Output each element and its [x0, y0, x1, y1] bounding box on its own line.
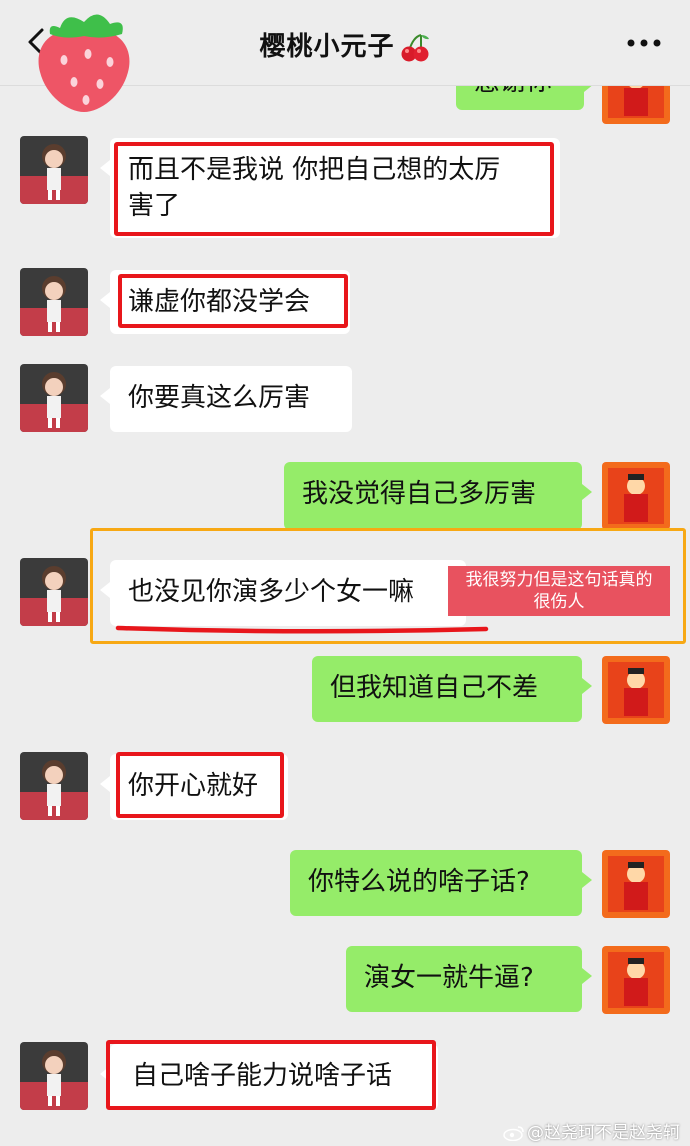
watermark-text: @赵尧珂不是赵尧轲	[527, 1123, 680, 1143]
message-bubble-outgoing[interactable]: 演女一就牛逼?	[346, 946, 592, 1012]
annotation-label: 我很努力但是这句话真的 很伤人	[448, 566, 670, 616]
my-avatar[interactable]	[602, 946, 670, 1014]
doll-avatar-icon	[20, 136, 88, 204]
annotation-line: 很伤人	[533, 592, 585, 612]
contact-avatar[interactable]	[20, 752, 88, 820]
contact-avatar[interactable]	[20, 558, 88, 626]
highlight-box-red	[114, 142, 554, 236]
contact-avatar[interactable]	[20, 268, 88, 336]
strawberry-sticker-icon	[38, 14, 130, 112]
chat-title-text: 樱桃小元子	[259, 32, 395, 62]
my-avatar[interactable]	[602, 850, 670, 918]
doll-avatar-icon	[20, 268, 88, 336]
doll-avatar-icon	[20, 752, 88, 820]
god-of-wealth-avatar-icon	[602, 656, 670, 724]
message-bubble-outgoing[interactable]: 你特么说的啥子话?	[290, 850, 592, 916]
doll-avatar-icon	[20, 1042, 88, 1110]
god-of-wealth-avatar-icon	[602, 462, 670, 530]
contact-avatar[interactable]	[20, 1042, 88, 1110]
highlight-box-red	[116, 752, 284, 818]
message-bubble-incoming[interactable]: 也没见你演多少个女一嘛	[100, 560, 466, 626]
doll-avatar-icon	[20, 558, 88, 626]
weibo-logo-icon	[503, 1126, 524, 1141]
weibo-watermark: @赵尧珂不是赵尧轲	[503, 1118, 680, 1143]
my-avatar[interactable]	[602, 656, 670, 724]
more-options-icon[interactable]	[626, 38, 662, 48]
message-bubble-incoming[interactable]: 你要真这么厉害	[100, 366, 352, 432]
doll-avatar-icon	[20, 364, 88, 432]
god-of-wealth-avatar-icon	[602, 946, 670, 1014]
highlight-box-red	[118, 274, 348, 328]
highlight-box-red	[106, 1040, 436, 1110]
message-bubble-outgoing[interactable]: 但我知道自己不差	[312, 656, 592, 722]
annotation-line: 我很努力但是这句话真的	[465, 570, 653, 590]
contact-avatar[interactable]	[20, 136, 88, 204]
cherry-icon	[401, 33, 429, 61]
contact-avatar[interactable]	[20, 364, 88, 432]
my-avatar[interactable]	[602, 462, 670, 530]
red-underline-mark	[115, 625, 489, 634]
god-of-wealth-avatar-icon	[602, 850, 670, 918]
message-bubble-outgoing[interactable]: 我没觉得自己多厉害	[284, 462, 592, 530]
